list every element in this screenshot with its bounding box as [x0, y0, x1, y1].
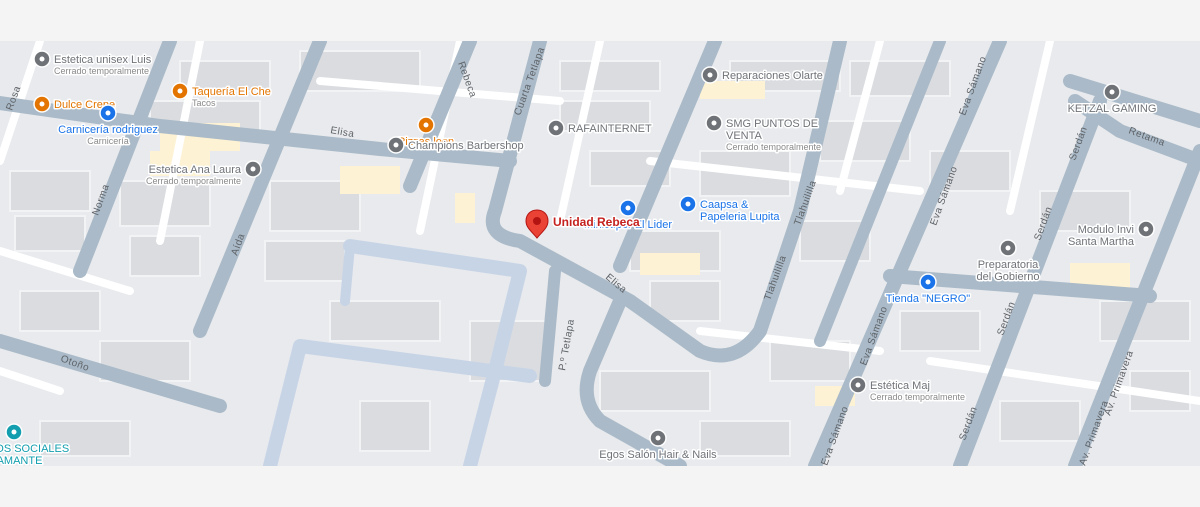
poi-label[interactable]: Reparaciones Olarte [721, 69, 825, 84]
poi-label[interactable]: Santa Martha [1066, 235, 1136, 250]
building-icon-glyph [1143, 226, 1149, 232]
poi-label[interactable]: Egos Salón Hair & Nails [598, 448, 719, 463]
map-view[interactable]: Rosa Rebeca Cuarta Tetlapa Elisa Elisa N… [0, 41, 1200, 466]
poi-label[interactable]: Estética Maj [869, 379, 932, 394]
poi-note: Cerrado temporalmente [726, 142, 821, 152]
place-pin-icon-glyph [39, 56, 45, 62]
poi-label[interactable]: Preparatoria [976, 258, 1040, 273]
poi-note: Cerrado temporalmente [146, 176, 241, 186]
map-canvas[interactable]: Rosa Rebeca Cuarta Tetlapa Elisa Elisa N… [0, 41, 1200, 466]
place-pin-icon-glyph [250, 166, 256, 172]
poi-label[interactable]: Estetica Ana Laura [147, 163, 243, 178]
shopping-basket-icon-glyph [105, 110, 111, 116]
poi-label[interactable]: Modulo Invi [1076, 223, 1135, 238]
selected-place-label[interactable]: Unidad Rebeca [552, 214, 642, 231]
poi-label[interactable]: EVENTOS SOCIALES [0, 442, 71, 457]
dessert-icon-glyph [39, 101, 45, 107]
place-pin-icon-glyph [393, 142, 399, 148]
place-pin-icon-glyph [1005, 245, 1011, 251]
place-pin-icon-glyph [553, 125, 559, 131]
poi-label[interactable]: DIAMANTE [0, 454, 44, 467]
poi-label[interactable]: Taquería El Che [191, 85, 273, 100]
poi-note: Cerrado temporalmente [54, 66, 149, 76]
poi-5[interactable]: Champions Barbershop [387, 136, 526, 154]
event-icon-glyph [11, 429, 17, 435]
poi-label[interactable]: Papeleria Lupita [699, 210, 782, 225]
poi-label[interactable]: SMG PUNTOS DE [725, 117, 820, 132]
poi-label[interactable]: Estetica unisex Luis [53, 53, 154, 68]
place-pin-icon-glyph [711, 120, 717, 126]
restaurant-icon-glyph [423, 122, 429, 128]
poi-label[interactable]: Carnicería rodriguez [57, 123, 160, 138]
poi-label[interactable]: VENTA [725, 129, 765, 144]
poi-note: Carnicería [87, 136, 129, 146]
place-pin-icon-glyph [855, 382, 861, 388]
place-pin-icon-glyph [707, 72, 713, 78]
poi-label[interactable]: del Gobierno [975, 270, 1041, 285]
poi-label[interactable]: Champions Barbershop [407, 139, 526, 154]
poi-note: Cerrado temporalmente [870, 392, 965, 402]
place-pin-icon-glyph [1109, 89, 1115, 95]
poi-label[interactable]: Tienda "NEGRO" [884, 292, 972, 307]
poi-label[interactable]: Caapsa & [699, 198, 751, 213]
shopping-basket-icon-glyph [685, 201, 691, 207]
place-pin-icon-glyph [655, 435, 661, 441]
poi-label[interactable]: RAFAINTERNET [567, 122, 654, 137]
shopping-basket-icon-glyph [625, 205, 631, 211]
poi-note: Tacos [192, 98, 216, 108]
restaurant-icon-glyph [177, 88, 183, 94]
shopping-cart-icon-glyph [925, 279, 931, 285]
poi-label[interactable]: KETZAL GAMING [1066, 102, 1158, 117]
